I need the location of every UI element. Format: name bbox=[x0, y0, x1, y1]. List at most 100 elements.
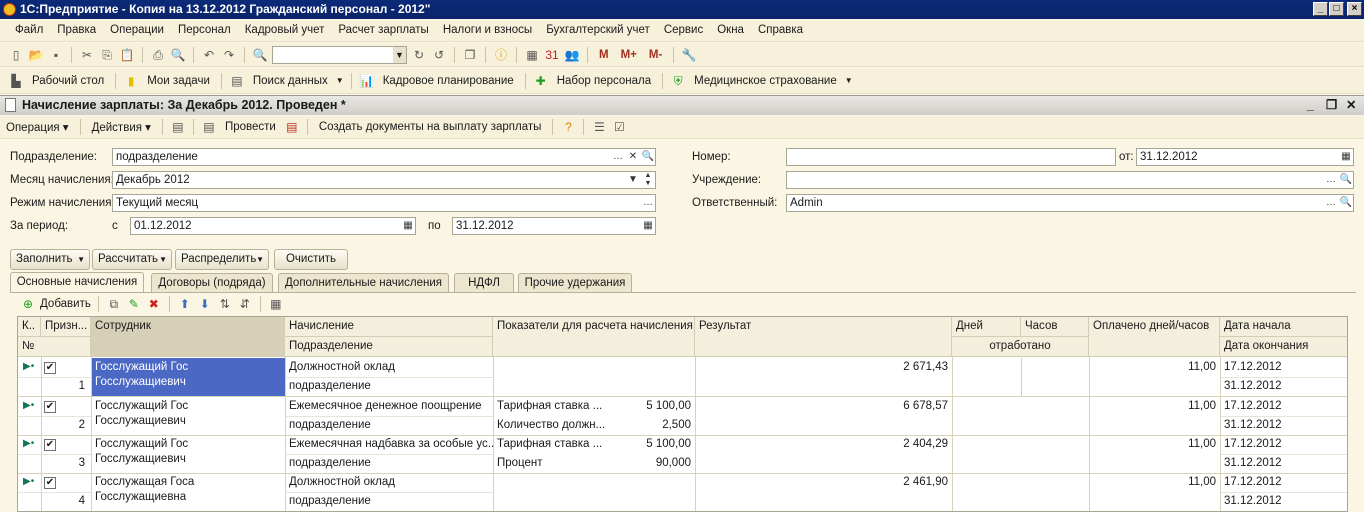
result-cell[interactable]: 6 678,57 bbox=[695, 397, 952, 416]
indicator-value[interactable]: 5 100,00 bbox=[613, 435, 695, 454]
responsible-field[interactable]: Admin … 🔍 bbox=[786, 194, 1354, 212]
paid-cell[interactable]: 11,00 bbox=[1089, 358, 1220, 377]
tab-ndfl[interactable]: НДФЛ bbox=[454, 273, 514, 292]
header-start[interactable]: Дата начала bbox=[1220, 317, 1347, 337]
header-hours[interactable]: Часов bbox=[1021, 317, 1089, 337]
start-date-cell[interactable]: 17.12.2012 bbox=[1220, 358, 1347, 377]
paid-cell[interactable]: 11,00 bbox=[1089, 473, 1220, 492]
mode-field[interactable]: Текущий месяц… bbox=[112, 194, 656, 212]
post-and-close-icon[interactable]: ▤ bbox=[170, 119, 186, 135]
new-icon[interactable]: ▯ bbox=[8, 47, 24, 63]
header-days[interactable]: Дней bbox=[952, 317, 1021, 337]
post-button[interactable]: Провести bbox=[221, 121, 280, 133]
accrual-cell[interactable]: Ежемесячное денежное поощрение bbox=[285, 397, 493, 416]
save-icon[interactable]: ▪ bbox=[48, 47, 64, 63]
delete-icon[interactable]: ✖ bbox=[146, 296, 162, 312]
preview-icon[interactable]: 🔍 bbox=[170, 47, 186, 63]
end-date-cell[interactable]: 31.12.2012 bbox=[1220, 454, 1347, 473]
menu-item-2[interactable]: Операции bbox=[103, 20, 171, 40]
calendar-icon[interactable]: ▦ bbox=[401, 218, 415, 234]
clear-icon[interactable]: ✕ bbox=[626, 149, 640, 165]
open-icon[interactable]: 🔍 bbox=[1339, 195, 1353, 211]
indicator-value[interactable]: 90,000 bbox=[613, 454, 695, 473]
result-cell[interactable]: 2 671,43 bbox=[695, 358, 952, 377]
row-checkbox[interactable]: ✔ bbox=[44, 439, 56, 451]
data-search-button[interactable]: Поиск данных bbox=[249, 75, 332, 87]
tab-additional-accruals[interactable]: Дополнительные начисления bbox=[278, 273, 449, 292]
add-button[interactable]: Добавить bbox=[40, 298, 91, 310]
start-date-cell[interactable]: 17.12.2012 bbox=[1220, 435, 1347, 454]
windows-icon[interactable]: ❐ bbox=[462, 47, 478, 63]
header-result[interactable]: Результат bbox=[695, 317, 952, 357]
memory-button[interactable]: M bbox=[595, 49, 613, 61]
period-to-field[interactable]: 31.12.2012 ▦ bbox=[452, 217, 656, 235]
menu-item-7[interactable]: Бухгалтерский учет bbox=[539, 20, 657, 40]
result-cell[interactable]: 2 461,90 bbox=[695, 473, 952, 492]
employee-cell[interactable]: Госслужащий Гос Госслужащиевич bbox=[91, 397, 285, 435]
unpost-icon[interactable]: ▤ bbox=[284, 119, 300, 135]
desktop-button[interactable]: Рабочий стол bbox=[28, 75, 108, 87]
header-accrual[interactable]: Начисление bbox=[285, 317, 493, 337]
doc-close-button[interactable]: ✕ bbox=[1346, 96, 1356, 115]
header-employee[interactable]: Сотрудник bbox=[91, 317, 285, 357]
menu-item-0[interactable]: Файл bbox=[8, 20, 50, 40]
operation-menu[interactable]: Операция ▾ bbox=[2, 120, 73, 134]
recruitment-button[interactable]: Набор персонала bbox=[553, 75, 655, 87]
employee-cell[interactable]: Госслужащая Госа Госслужащиевна bbox=[91, 473, 285, 511]
calculator-icon[interactable]: ▦ bbox=[524, 47, 540, 63]
edit-icon[interactable]: ✎ bbox=[126, 296, 142, 312]
period-from-field[interactable]: 01.12.2012 ▦ bbox=[130, 217, 416, 235]
indicator-value[interactable]: 2,500 bbox=[613, 416, 695, 435]
tab-main-accruals[interactable]: Основные начисления bbox=[10, 272, 144, 293]
list-icon[interactable]: ☰ bbox=[591, 119, 607, 135]
calendar-icon[interactable]: ▦ bbox=[1339, 149, 1353, 165]
accrual-cell[interactable]: Должностной оклад bbox=[285, 358, 493, 377]
chevron-down-icon[interactable]: ▼ bbox=[626, 172, 640, 188]
department-cell[interactable]: подразделение bbox=[285, 492, 493, 511]
menu-item-10[interactable]: Справка bbox=[751, 20, 810, 40]
header-indicators[interactable]: Показатели для расчета начисления bbox=[493, 317, 695, 357]
department-cell[interactable]: подразделение bbox=[285, 454, 493, 473]
doc-minimize-button[interactable]: _ bbox=[1307, 96, 1314, 115]
department-cell[interactable]: подразделение bbox=[285, 416, 493, 435]
calendar-icon[interactable]: ▦ bbox=[641, 218, 655, 234]
department-cell[interactable]: подразделение bbox=[285, 377, 493, 396]
row-checkbox[interactable]: ✔ bbox=[44, 477, 56, 489]
header-num[interactable]: № bbox=[18, 337, 91, 357]
print-icon[interactable]: ⎙ bbox=[150, 47, 166, 63]
help-icon[interactable]: ? bbox=[560, 119, 576, 135]
accrual-cell[interactable]: Ежемесячная надбавка за особые ус... bbox=[285, 435, 493, 454]
select-button[interactable]: … bbox=[1324, 195, 1338, 211]
tools-icon[interactable]: 🔧 bbox=[681, 47, 697, 63]
copy-row-icon[interactable]: ⧉ bbox=[106, 296, 122, 312]
move-up-icon[interactable]: ⬆ bbox=[177, 296, 193, 312]
select-button[interactable]: … bbox=[641, 195, 655, 211]
close-button[interactable]: × bbox=[1347, 2, 1362, 16]
row-checkbox[interactable]: ✔ bbox=[44, 401, 56, 413]
menu-item-8[interactable]: Сервис bbox=[657, 20, 710, 40]
hr-planning-button[interactable]: Кадровое планирование bbox=[379, 75, 518, 87]
header-end[interactable]: Дата окончания bbox=[1220, 337, 1347, 357]
start-date-cell[interactable]: 17.12.2012 bbox=[1220, 397, 1347, 416]
employee-cell[interactable]: Госслужащий Гос Госслужащиевич bbox=[91, 358, 285, 396]
doc-maximize-button[interactable]: ❐ bbox=[1326, 96, 1337, 115]
header-dept[interactable]: Подразделение bbox=[285, 337, 493, 357]
table-settings-icon[interactable]: ▦ bbox=[268, 296, 284, 312]
move-down-icon[interactable]: ⬇ bbox=[197, 296, 213, 312]
header-paid[interactable]: Оплачено дней/часов bbox=[1089, 317, 1220, 357]
start-date-cell[interactable]: 17.12.2012 bbox=[1220, 473, 1347, 492]
chevron-down-icon[interactable]: ▼ bbox=[393, 46, 406, 63]
clear-button[interactable]: Очистить bbox=[274, 249, 348, 270]
memory-plus-button[interactable]: M+ bbox=[617, 49, 641, 61]
menu-item-6[interactable]: Налоги и взносы bbox=[436, 20, 539, 40]
users-icon[interactable]: 👥 bbox=[564, 47, 580, 63]
open-icon[interactable]: 🔍 bbox=[641, 149, 655, 165]
end-date-cell[interactable]: 31.12.2012 bbox=[1220, 377, 1347, 396]
calculate-button[interactable]: Рассчитать ▼ bbox=[92, 249, 172, 270]
fill-button[interactable]: Заполнить ▼ bbox=[10, 249, 90, 270]
accrual-cell[interactable]: Должностной оклад bbox=[285, 473, 493, 492]
header-sign[interactable]: Призн... bbox=[41, 317, 91, 337]
find-next-icon[interactable]: ↻ bbox=[411, 47, 427, 63]
info-icon[interactable]: ⓘ bbox=[493, 47, 509, 63]
employee-cell[interactable]: Госслужащий Гос Госслужащиевич bbox=[91, 435, 285, 473]
